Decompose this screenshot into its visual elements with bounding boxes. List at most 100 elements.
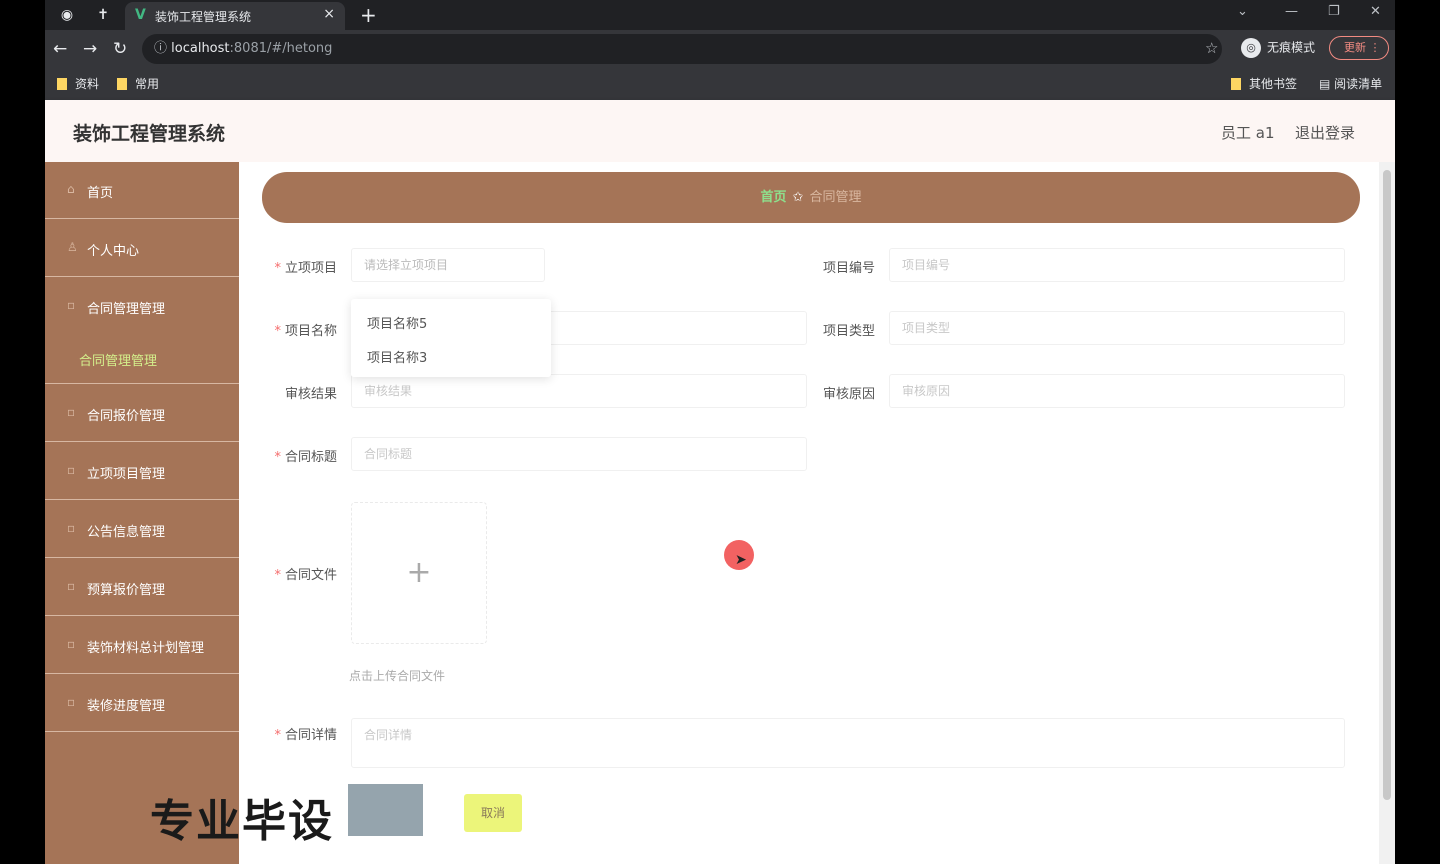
cancel-button[interactable]: 取消 [464,794,522,832]
bookmarks-bar: 资料 常用 其他书签 ▤ 阅读清单 [45,68,1395,100]
project-label: * 立项项目 [274,261,337,276]
tab-title: 装饰工程管理系统 [155,10,252,24]
profile-label: 无痕模式 [1267,40,1316,55]
profile-button[interactable]: ◎ 无痕模式 [1241,38,1315,58]
update-button[interactable]: 更新 ⋮ [1329,36,1389,60]
browser-toolbar: ← → ↻ ⓘ localhost:8081/#/hetong ☆ ◎ 无痕模式 … [45,30,1395,68]
contract-title-input[interactable]: 合同标题 [351,437,807,471]
doc-icon: ▫ [67,405,76,419]
forward-icon[interactable]: → [83,39,97,59]
sidebar-item-project[interactable]: ▫ 立项项目管理 [45,443,239,500]
back-icon[interactable]: ← [53,39,67,59]
project-name-label: * 项目名称 [274,324,337,339]
sidebar-item-profile[interactable]: ♙ 个人中心 [45,220,239,277]
contract-file-label: * 合同文件 [274,568,337,583]
sidebar-item-label: 合同管理管理 [79,354,158,369]
bookmark-folder-changyong[interactable]: 常用 [117,75,159,92]
screen: ◉ ✝ V 装饰工程管理系统 × + ⌄ — ❐ ✕ ← → ↻ ⓘ local… [0,0,1440,864]
bookmark-label: 资料 [75,77,100,91]
audit-result-input[interactable]: 审核结果 [351,374,807,408]
scrollbar-thumb[interactable] [1383,170,1391,800]
tab-search-icon[interactable]: ⌄ [1237,4,1248,19]
user-icon: ♙ [67,240,78,254]
browser-menu-icon[interactable]: ◉ [57,5,77,25]
audit-reason-input[interactable]: 审核原因 [889,374,1345,408]
sidebar-item-label: 合同管理管理 [87,302,166,317]
logout-link[interactable]: 退出登录 [1295,122,1355,143]
sidebar-item-label: 预算报价管理 [87,583,166,598]
sidebar-item-label: 公告信息管理 [87,525,166,540]
vue-logo-icon: V [135,7,146,23]
new-tab-icon[interactable]: + [360,3,377,27]
doc-icon: ▫ [67,695,76,709]
doc-icon: ▫ [67,579,76,593]
home-icon: ⌂ [67,182,75,196]
upload-tip: 点击上传合同文件 [349,669,446,683]
doc-icon: ▫ [67,521,76,535]
sidebar-item-notice[interactable]: ▫ 公告信息管理 [45,501,239,558]
sidebar-item-contract-group[interactable]: ▫ 合同管理管理 [45,278,239,335]
breadcrumb-home[interactable]: 首页 [761,190,787,205]
browser-window: ◉ ✝ V 装饰工程管理系统 × + ⌄ — ❐ ✕ ← → ↻ ⓘ local… [45,0,1395,864]
reading-list[interactable]: ▤ 阅读清单 [1319,75,1382,92]
tab-strip: ◉ ✝ V 装饰工程管理系统 × + ⌄ — ❐ ✕ [45,0,1395,30]
cursor-icon: ➤ [735,552,747,568]
pinned-tab-icon[interactable]: ✝ [93,5,113,25]
bookmark-star-icon[interactable]: ☆ [1205,39,1218,57]
tab-active[interactable]: V 装饰工程管理系统 × [125,2,345,30]
sidebar-item-quote[interactable]: ▫ 合同报价管理 [45,385,239,442]
project-select[interactable]: 请选择立项项目 [351,248,545,282]
app-header: 装饰工程管理系统 员工 a1 退出登录 [45,100,1395,162]
sidebar-item-material[interactable]: ▫ 装饰材料总计划管理 [45,617,239,674]
sidebar-item-label: 立项项目管理 [87,467,166,482]
file-upload[interactable]: + [351,502,487,644]
main-content: 首页 ✩ 合同管理 * 立项项目 请选择立项项目 项目编号 项目编号 * 项目名称 项目… [239,162,1379,864]
reading-list-icon: ▤ [1319,77,1335,91]
star-icon: ✩ [792,190,804,205]
contract-detail-textarea[interactable]: 合同详情 [351,718,1345,768]
doc-icon: ▫ [67,463,76,477]
audit-reason-label: 审核原因 [822,387,875,402]
current-user: 员工 a1 [1221,124,1275,142]
watermark: 专业毕设 [150,796,334,847]
project-no-input[interactable]: 项目编号 [889,248,1345,282]
address-bar[interactable]: ⓘ localhost:8081/#/hetong [142,34,1222,64]
sidebar-item-label: 装修进度管理 [87,699,166,714]
restore-icon[interactable]: ❐ [1328,4,1340,19]
bookmark-label: 阅读清单 [1334,77,1383,91]
project-dropdown: 项目名称5 项目名称3 [351,299,551,377]
contract-title-label: * 合同标题 [274,450,337,465]
bookmark-other[interactable]: 其他书签 [1231,75,1297,92]
url-host: localhost [171,41,230,56]
project-type-label: 项目类型 [822,324,875,339]
plus-icon: + [406,555,432,590]
doc-icon: ▫ [67,637,76,651]
sidebar-item-label: 装饰材料总计划管理 [87,641,205,656]
sidebar: ⌂ 首页 ♙ 个人中心 ▫ 合同管理管理 合同管理管理 ▫ 合同报价管理 ▫ 立… [45,162,239,864]
folder-icon [1231,78,1241,90]
project-no-label: 项目编号 [822,261,875,276]
contract-detail-label: * 合同详情 [274,728,337,743]
sidebar-item-home[interactable]: ⌂ 首页 [45,162,239,219]
close-window-icon[interactable]: ✕ [1370,4,1381,19]
project-type-input[interactable]: 项目类型 [889,311,1345,345]
dropdown-option[interactable]: 项目名称5 [367,313,427,332]
audit-result-label: 审核结果 [284,387,337,402]
reload-icon[interactable]: ↻ [113,39,127,59]
doc-icon: ▫ [67,298,76,312]
app-title: 装饰工程管理系统 [73,123,226,145]
dropdown-option[interactable]: 项目名称3 [367,347,427,366]
url-path: :8081/#/hetong [229,41,333,56]
info-icon[interactable]: ⓘ [154,41,167,56]
sidebar-item-label: 个人中心 [87,244,140,259]
sidebar-item-progress[interactable]: ▫ 装修进度管理 [45,675,239,732]
sidebar-item-budget[interactable]: ▫ 预算报价管理 [45,559,239,616]
folder-icon [117,78,127,90]
bookmark-folder-ziliao[interactable]: 资料 [57,75,99,92]
blurred-region [348,784,423,836]
breadcrumb: 首页 ✩ 合同管理 [262,172,1360,223]
minimize-icon[interactable]: — [1285,4,1298,19]
tab-close-icon[interactable]: × [323,6,335,22]
incognito-icon: ◎ [1241,38,1261,58]
sidebar-subitem-contract[interactable]: 合同管理管理 [45,332,239,384]
